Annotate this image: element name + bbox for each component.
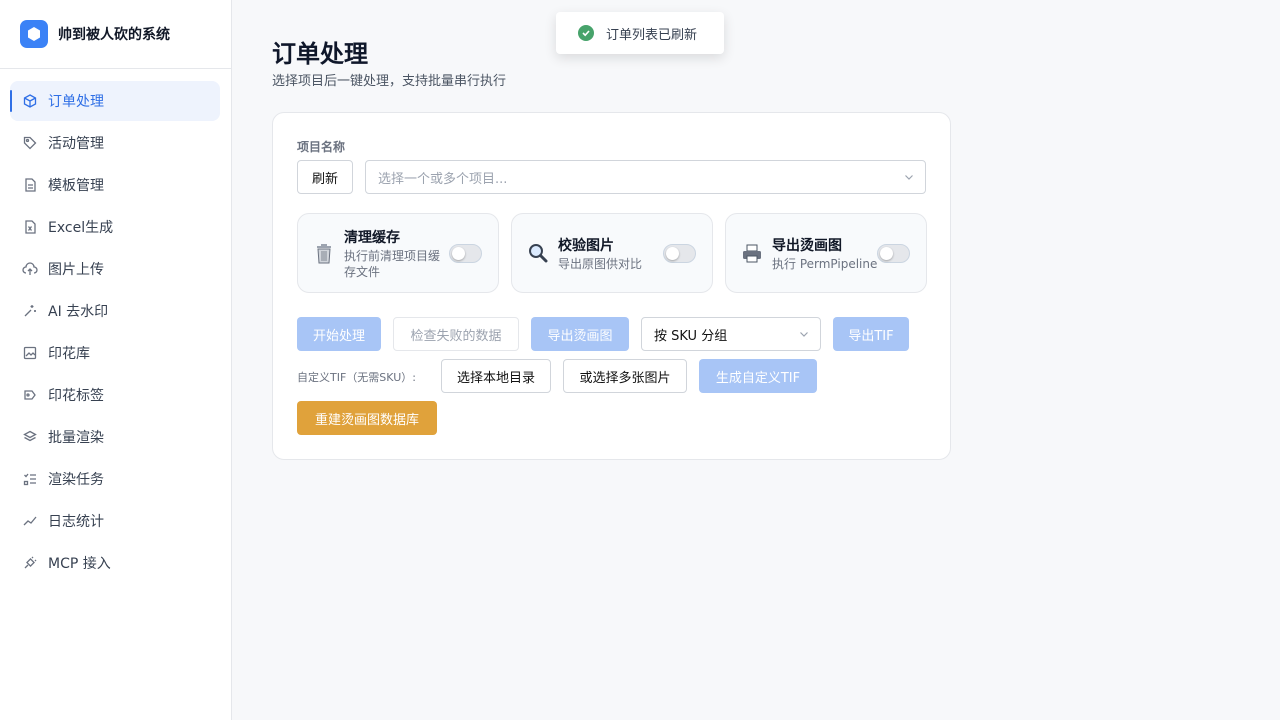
sidebar: 帅到被人砍的系统 订单处理 活动管理 模板管理 Excel生成 图片上传 AI … <box>0 0 232 720</box>
label-tag-icon <box>22 387 38 403</box>
sidebar-item-label: 渲染任务 <box>48 472 104 488</box>
trash-icon <box>314 242 334 264</box>
order-processing-card: 项目名称 刷新 选择一个或多个项目... 清理缓存 执行前清理项目缓存文件 校验… <box>272 112 951 460</box>
sidebar-item-label: 活动管理 <box>48 136 104 152</box>
sidebar-item-label: AI 去水印 <box>48 304 109 320</box>
sidebar-item-label: 模板管理 <box>48 178 104 194</box>
task-list-icon <box>22 471 38 487</box>
sidebar-item-label: 图片上传 <box>48 262 104 278</box>
sidebar-item-label: 日志统计 <box>48 514 104 530</box>
sidebar-item-activity-management[interactable]: 活动管理 <box>10 123 220 163</box>
option-title: 校验图片 <box>558 238 614 254</box>
export-transfer-button[interactable]: 导出烫画图 <box>531 317 629 351</box>
sidebar-item-print-tags[interactable]: 印花标签 <box>10 375 220 415</box>
toast-message: 订单列表已刷新 <box>606 27 698 43</box>
option-description: 执行前清理项目缓存文件 <box>344 249 441 279</box>
sidebar-item-print-library[interactable]: 印花库 <box>10 333 220 373</box>
tag-icon <box>22 135 38 151</box>
page-title: 订单处理 <box>272 40 368 68</box>
custom-tif-label: 自定义TIF（无需SKU）: <box>297 371 416 384</box>
magnifier-icon <box>528 242 548 264</box>
clear-cache-toggle[interactable] <box>449 244 482 263</box>
toast-notification: 订单列表已刷新 <box>556 12 724 54</box>
file-spreadsheet-icon <box>22 219 38 235</box>
option-description: 导出原图供对比 <box>558 257 643 271</box>
export-tif-button[interactable]: 导出TIF <box>833 317 909 351</box>
brand-logo-icon <box>20 20 48 48</box>
main-content: 订单处理 选择项目后一键处理，支持批量串行执行 项目名称 刷新 选择一个或多个项… <box>232 0 1280 720</box>
sidebar-item-label: 订单处理 <box>48 94 104 110</box>
project-select-placeholder: 选择一个或多个项目... <box>378 171 508 187</box>
plug-icon <box>22 555 38 571</box>
layers-icon <box>22 429 38 445</box>
printer-icon <box>742 242 762 264</box>
project-name-label: 项目名称 <box>297 140 346 154</box>
trend-line-icon <box>22 513 38 529</box>
option-clear-cache: 清理缓存 执行前清理项目缓存文件 <box>297 213 499 293</box>
start-processing-button[interactable]: 开始处理 <box>297 317 381 351</box>
sidebar-item-log-stats[interactable]: 日志统计 <box>10 501 220 541</box>
cube-icon <box>22 93 38 109</box>
sidebar-item-image-upload[interactable]: 图片上传 <box>10 249 220 289</box>
option-title: 导出烫画图 <box>772 238 842 254</box>
sparkle-wand-icon <box>22 303 38 319</box>
file-text-icon <box>22 177 38 193</box>
generate-custom-tif-button[interactable]: 生成自定义TIF <box>699 359 817 393</box>
chevron-down-icon <box>798 328 810 344</box>
sidebar-item-label: 批量渲染 <box>48 430 104 446</box>
sidebar-item-label: 印花库 <box>48 346 90 362</box>
sidebar-item-batch-render[interactable]: 批量渲染 <box>10 417 220 457</box>
page-subtitle: 选择项目后一键处理，支持批量串行执行 <box>272 74 507 89</box>
sidebar-nav: 订单处理 活动管理 模板管理 Excel生成 图片上传 AI 去水印 印花库 印… <box>0 69 231 583</box>
image-gallery-icon <box>22 345 38 361</box>
sidebar-item-order-processing[interactable]: 订单处理 <box>10 81 220 121</box>
choose-images-button[interactable]: 或选择多张图片 <box>563 359 687 393</box>
sidebar-item-label: MCP 接入 <box>48 556 111 572</box>
cloud-upload-icon <box>22 261 38 277</box>
group-by-select[interactable]: 按 SKU 分组 <box>641 317 821 351</box>
group-by-value: 按 SKU 分组 <box>654 328 728 344</box>
option-verify-images: 校验图片 导出原图供对比 <box>511 213 713 293</box>
brand: 帅到被人砍的系统 <box>0 0 231 69</box>
sidebar-item-mcp-access[interactable]: MCP 接入 <box>10 543 220 583</box>
option-export-transfer: 导出烫画图 执行 PermPipeline <box>725 213 927 293</box>
sidebar-item-excel-generate[interactable]: Excel生成 <box>10 207 220 247</box>
verify-images-toggle[interactable] <box>663 244 696 263</box>
refresh-button[interactable]: 刷新 <box>297 160 353 194</box>
sidebar-item-template-management[interactable]: 模板管理 <box>10 165 220 205</box>
sidebar-item-label: 印花标签 <box>48 388 104 404</box>
option-title: 清理缓存 <box>344 230 400 246</box>
chevron-down-icon <box>903 171 915 187</box>
project-select[interactable]: 选择一个或多个项目... <box>365 160 926 194</box>
rebuild-db-button[interactable]: 重建烫画图数据库 <box>297 401 437 435</box>
sidebar-item-render-tasks[interactable]: 渲染任务 <box>10 459 220 499</box>
app-title: 帅到被人砍的系统 <box>58 27 170 43</box>
sidebar-item-label: Excel生成 <box>48 220 114 236</box>
choose-local-dir-button[interactable]: 选择本地目录 <box>441 359 551 393</box>
sidebar-item-ai-watermark-removal[interactable]: AI 去水印 <box>10 291 220 331</box>
export-transfer-toggle[interactable] <box>877 244 910 263</box>
check-circle-icon <box>578 25 594 41</box>
check-failed-button[interactable]: 检查失败的数据 <box>393 317 519 351</box>
